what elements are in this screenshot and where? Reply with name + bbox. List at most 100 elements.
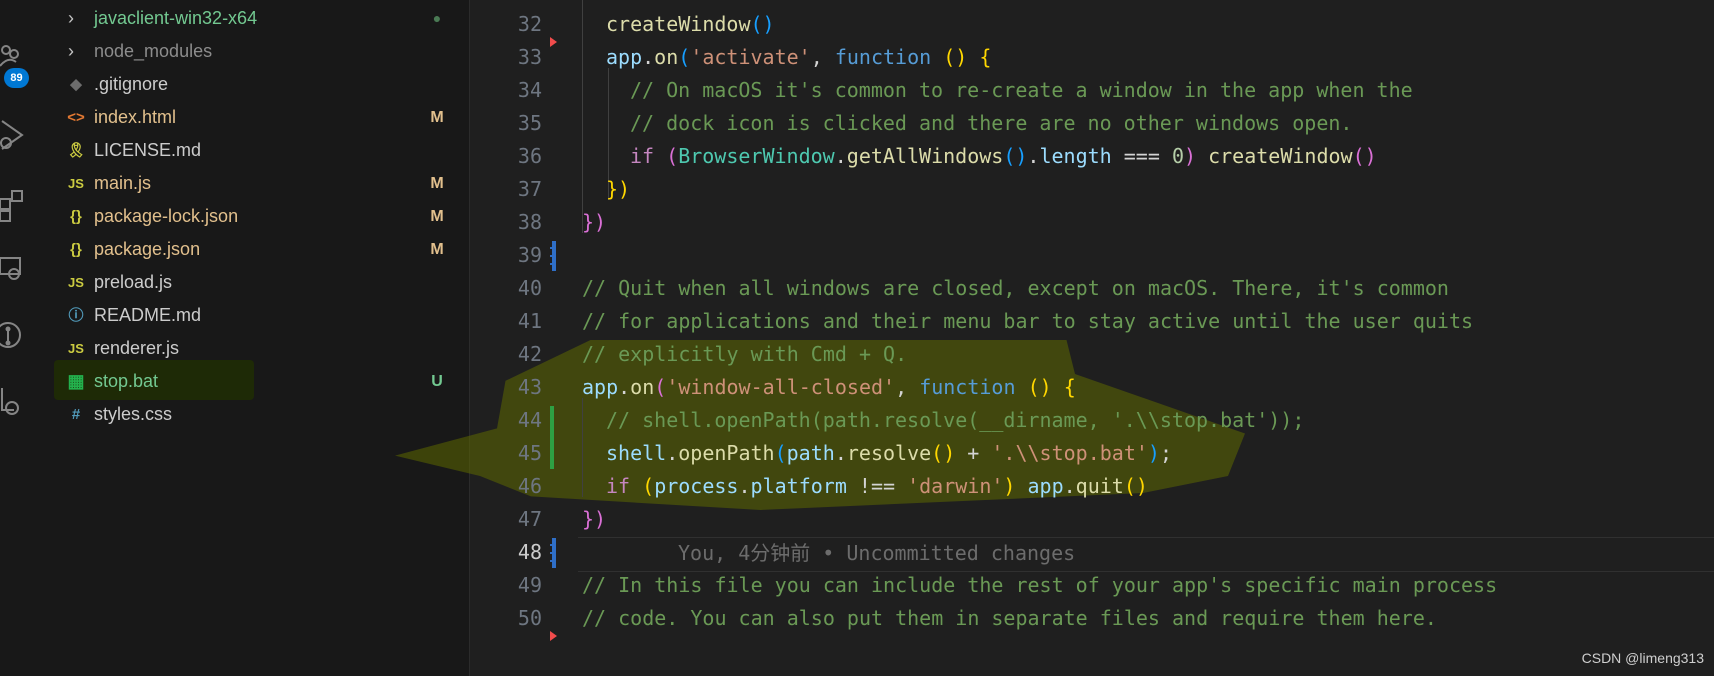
code-line[interactable]: app.on('activate', function () {: [606, 41, 991, 74]
code-token: (: [666, 144, 679, 168]
testing-icon[interactable]: [0, 380, 34, 420]
git-graph-icon[interactable]: [0, 315, 34, 355]
code-token: (): [750, 12, 775, 36]
code-token: (): [1003, 144, 1028, 168]
code-token: (: [654, 375, 667, 399]
code-line[interactable]: app.on('window-all-closed', function () …: [582, 371, 1076, 404]
code-line[interactable]: // dock icon is clicked and there are no…: [630, 107, 1352, 140]
code-token: (): [931, 441, 956, 465]
line-number: 35: [517, 111, 542, 135]
extensions-icon[interactable]: [0, 185, 34, 225]
json-icon: {}: [70, 208, 82, 225]
code-token: (): [1352, 144, 1377, 168]
code-token: BrowserWindow: [678, 144, 835, 168]
file-name: styles.css: [94, 404, 173, 424]
file-name: index.html: [94, 107, 177, 127]
code-token: // for applications and their menu bar t…: [582, 309, 1474, 333]
file-name: package-lock.json: [94, 206, 239, 226]
added-lines-marker[interactable]: [550, 406, 554, 469]
code-token: {: [979, 45, 992, 69]
code-token: // shell.openPath(path.resolve(__dirname…: [606, 408, 1305, 432]
file-readme-md[interactable]: ⓘ README.md: [42, 299, 469, 332]
javascript-icon: JS: [68, 341, 84, 356]
code-line[interactable]: // shell.openPath(path.resolve(__dirname…: [606, 404, 1304, 437]
css-icon: #: [71, 406, 81, 423]
code-editor[interactable]: 32 33 34 35 36 37 38 39 40 41 42 43 44 45 46 47 48 49 50 c…: [395, 0, 1714, 676]
code-token: app: [606, 45, 643, 69]
code-token: // explicitly with Cmd + Q.: [582, 342, 908, 366]
code-token: (: [642, 474, 655, 498]
code-line[interactable]: // In this file you can include the rest…: [582, 569, 1497, 602]
file-name: renderer.js: [94, 338, 180, 358]
code-token: process: [654, 474, 739, 498]
file-name: preload.js: [94, 272, 173, 292]
file-name: node_modules: [94, 41, 213, 61]
code-token: .: [618, 375, 631, 399]
file-renderer-js[interactable]: JS renderer.js: [42, 332, 469, 365]
code-token: if: [606, 474, 631, 498]
code-token: resolve: [846, 441, 932, 465]
line-number: 44: [517, 408, 542, 432]
line-number: 38: [517, 210, 542, 234]
code-line[interactable]: createWindow(): [606, 8, 775, 41]
json-icon: {}: [70, 241, 82, 258]
code-token: (: [774, 441, 787, 465]
code-line[interactable]: // Quit when all windows are closed, exc…: [582, 272, 1449, 305]
folder-node-modules[interactable]: › node_modules: [42, 35, 469, 68]
code-line[interactable]: // for applications and their menu bar t…: [582, 305, 1473, 338]
code-line[interactable]: }): [606, 173, 630, 206]
code-line[interactable]: shell.openPath(path.resolve() + '.\\stop…: [606, 437, 1172, 470]
deleted-lines-marker[interactable]: [550, 631, 557, 641]
code-token: }): [606, 177, 631, 201]
code-token: {: [1063, 375, 1076, 399]
git-icon: ◆: [70, 76, 82, 93]
file-preload-js[interactable]: JS preload.js: [42, 266, 469, 299]
code-line[interactable]: // code. You can also put them in separa…: [582, 602, 1437, 635]
code-line[interactable]: if (BrowserWindow.getAllWindows().length…: [630, 140, 1377, 173]
status-modified: M: [430, 109, 444, 126]
code-line[interactable]: // explicitly with Cmd + Q.: [582, 338, 907, 371]
line-number: 32: [517, 12, 542, 36]
deleted-lines-marker[interactable]: [550, 37, 557, 47]
modified-lines-marker[interactable]: [550, 538, 556, 568]
file-name: .gitignore: [94, 74, 169, 94]
source-control-badge: 89: [4, 68, 29, 88]
remote-explorer-icon[interactable]: [0, 248, 34, 288]
file-main-js[interactable]: JS main.js M: [42, 167, 469, 200]
git-blame-annotation: You, 4分钟前 • Uncommitted changes: [678, 541, 1076, 565]
code-token: app: [1027, 474, 1064, 498]
code-token: .: [834, 144, 847, 168]
code-line[interactable]: }): [582, 206, 606, 239]
code-line[interactable]: // On macOS it's common to re-create a w…: [630, 74, 1413, 107]
run-debug-icon[interactable]: [0, 115, 34, 155]
file-license-md[interactable]: 🎗 LICENSE.md: [42, 134, 469, 167]
file-gitignore[interactable]: ◆ .gitignore: [42, 68, 469, 101]
line-number: 40: [517, 276, 542, 300]
line-number: 50: [517, 606, 542, 630]
file-package-lock-json[interactable]: {} package-lock.json M: [42, 200, 469, 233]
file-index-html[interactable]: <> index.html M: [42, 101, 469, 134]
file-package-json[interactable]: {} package.json M: [42, 233, 469, 266]
file-styles-css[interactable]: # styles.css: [42, 398, 469, 431]
code-line[interactable]: }): [582, 503, 606, 536]
code-token: ): [1003, 474, 1016, 498]
activity-bar: 89: [0, 0, 43, 676]
code-token: openPath: [678, 441, 775, 465]
file-name: main.js: [94, 173, 152, 193]
javascript-icon: JS: [68, 275, 84, 290]
code-token: createWindow: [606, 12, 751, 36]
status-modified: M: [430, 175, 444, 192]
code-token: (): [943, 45, 968, 69]
code-token: ): [1147, 441, 1160, 465]
license-icon: 🎗: [66, 142, 86, 159]
line-number: 46: [517, 474, 542, 498]
code-token: ===: [1111, 144, 1172, 168]
modified-lines-marker[interactable]: [550, 241, 556, 271]
code-line[interactable]: if (process.platform !== 'darwin') app.q…: [606, 470, 1148, 503]
folder-javaclient-win32-x64[interactable]: › javaclient-win32-x64 ●: [42, 2, 469, 35]
windows-icon: ▦: [67, 371, 85, 391]
file-stop-bat[interactable]: ▦ stop.bat U: [42, 365, 469, 398]
